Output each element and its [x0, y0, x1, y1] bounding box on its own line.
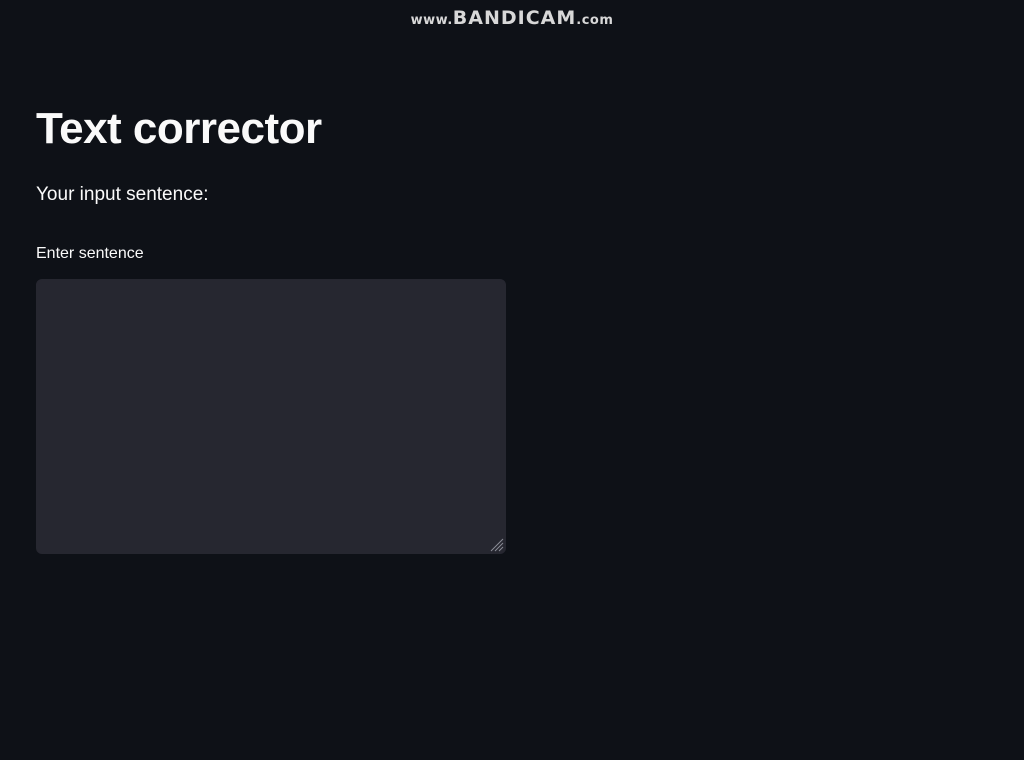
- sentence-field-label: Enter sentence: [36, 245, 144, 262]
- watermark: www.BANDICAM.com: [0, 7, 1024, 29]
- watermark-suffix: .com: [576, 13, 614, 28]
- sentence-input[interactable]: [36, 279, 506, 554]
- watermark-brand: BANDICAM: [452, 7, 577, 29]
- sentence-input-container: [36, 279, 506, 554]
- resize-grip-icon[interactable]: [488, 536, 504, 552]
- watermark-prefix: www.: [410, 13, 453, 28]
- page-subtitle: Your input sentence:: [36, 184, 209, 205]
- page-title: Text corrector: [36, 104, 322, 153]
- main-content: Text corrector Your input sentence: Ente…: [36, 100, 506, 554]
